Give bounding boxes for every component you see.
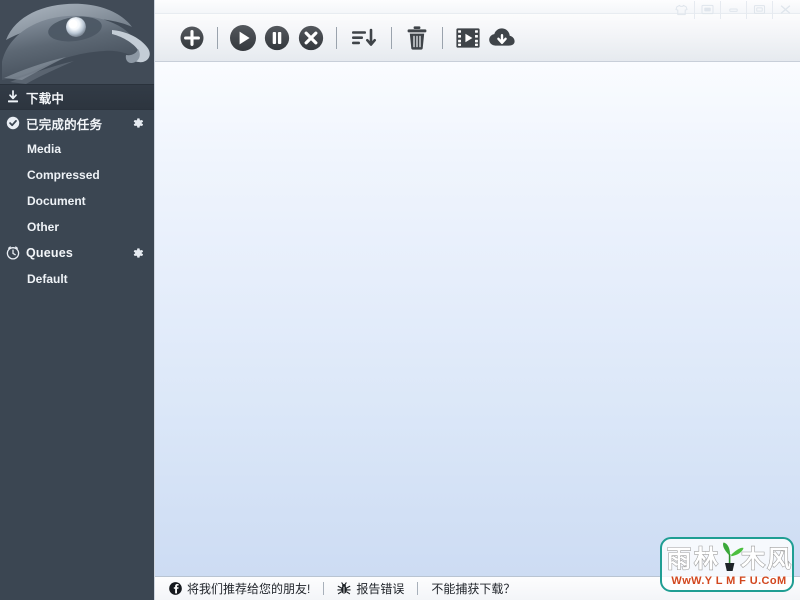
gear-icon[interactable] bbox=[131, 116, 145, 130]
watermark-char-0: 雨 bbox=[667, 546, 691, 573]
sidebar-child-label: Default bbox=[27, 272, 68, 286]
watermark-url: WwW.Y L M F U.CoM bbox=[671, 575, 787, 587]
watermark-char-2: 木 bbox=[740, 546, 766, 573]
sidebar-item-media[interactable]: Media bbox=[0, 136, 154, 162]
app-logo-panel bbox=[0, 0, 154, 84]
status-recommend-link[interactable]: 将我们推荐给您的朋友! bbox=[169, 580, 310, 597]
skin-shirt-icon[interactable] bbox=[668, 1, 694, 19]
sidebar-item-default[interactable]: Default bbox=[0, 266, 154, 292]
pause-icon[interactable] bbox=[260, 21, 294, 55]
sidebar-item-label: 下载中 bbox=[26, 91, 65, 106]
clock-queue-icon bbox=[0, 246, 26, 260]
add-task-icon[interactable] bbox=[175, 21, 209, 55]
bug-icon bbox=[337, 582, 352, 595]
sidebar-item-completed[interactable]: 已完成的任务 bbox=[0, 110, 154, 136]
start-play-icon[interactable] bbox=[226, 21, 260, 55]
sidebar-item-label: 已完成的任务 bbox=[26, 117, 103, 132]
status-label: 报告错误 bbox=[356, 582, 405, 596]
status-cannot-capture-link[interactable]: 不能捕获下载？ bbox=[431, 580, 515, 597]
toolbar-separator bbox=[391, 26, 392, 49]
completed-check-icon bbox=[0, 116, 26, 130]
minimize-icon[interactable] bbox=[720, 0, 746, 19]
window-controls bbox=[668, 0, 798, 19]
sort-descending-icon[interactable] bbox=[345, 21, 383, 55]
watermark: 雨 林 木 风 WwW.Y L M F U.CoM bbox=[660, 537, 794, 592]
watermark-char-3: 风 bbox=[767, 546, 791, 573]
sidebar: 下载中 已完成的任务 Media Compressed Document Oth… bbox=[0, 0, 155, 600]
watermark-logo: 雨 林 木 风 bbox=[666, 542, 792, 574]
toolbar-separator bbox=[442, 26, 443, 49]
status-label: 将我们推荐给您的朋友! bbox=[187, 582, 311, 596]
sidebar-item-queues[interactable]: Queues bbox=[0, 240, 154, 266]
sidebar-item-document[interactable]: Document bbox=[0, 188, 154, 214]
status-report-bug-link[interactable]: 报告错误 bbox=[337, 580, 404, 597]
stop-cancel-icon[interactable] bbox=[294, 21, 328, 55]
gear-icon[interactable] bbox=[131, 246, 145, 260]
status-separator bbox=[323, 582, 325, 595]
task-list-area[interactable] bbox=[155, 62, 800, 577]
trash-delete-icon[interactable] bbox=[400, 21, 434, 55]
sidebar-item-downloading[interactable]: 下载中 bbox=[0, 84, 154, 110]
sidebar-item-label: Queues bbox=[26, 246, 74, 260]
maximize-icon[interactable] bbox=[746, 0, 772, 19]
download-cloud-icon[interactable] bbox=[485, 21, 519, 55]
facebook-icon bbox=[169, 582, 182, 595]
eagleget-window: 下载中 已完成的任务 Media Compressed Document Oth… bbox=[0, 0, 800, 600]
minimize-to-tray-icon[interactable] bbox=[694, 0, 720, 19]
watermark-char-1: 林 bbox=[694, 546, 718, 573]
sidebar-item-compressed[interactable]: Compressed bbox=[0, 162, 154, 188]
toolbar-separator bbox=[217, 26, 218, 49]
eagle-head-logo bbox=[0, 0, 154, 84]
downloading-icon bbox=[0, 90, 26, 104]
sidebar-child-label: Other bbox=[27, 220, 60, 234]
film-media-icon[interactable] bbox=[451, 21, 485, 55]
toolbar bbox=[155, 14, 800, 62]
close-icon[interactable] bbox=[772, 0, 798, 19]
sidebar-child-label: Document bbox=[27, 194, 86, 208]
sidebar-child-label: Media bbox=[27, 142, 62, 156]
sidebar-item-other[interactable]: Other bbox=[0, 214, 154, 240]
toolbar-separator bbox=[336, 26, 337, 49]
status-separator bbox=[417, 582, 419, 595]
sidebar-child-label: Compressed bbox=[27, 168, 100, 182]
